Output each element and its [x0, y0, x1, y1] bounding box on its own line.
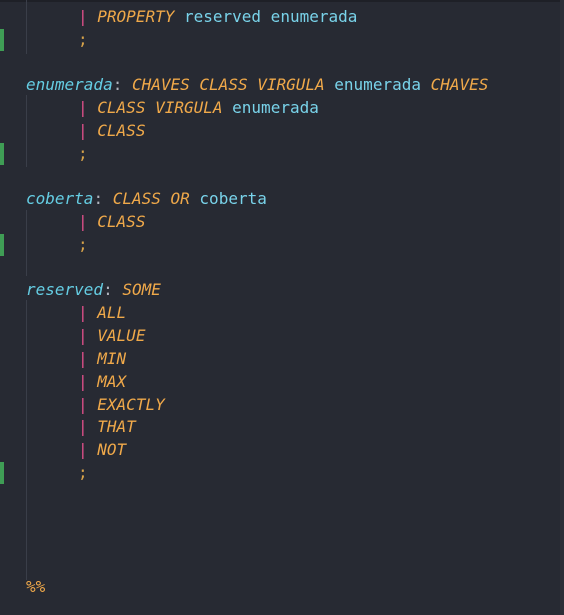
alternative-pipe: |: [78, 121, 88, 140]
token: VALUE: [97, 326, 146, 345]
rule-reference: enumerada: [232, 98, 319, 117]
token: THAT: [97, 417, 136, 436]
token: ALL: [97, 303, 127, 322]
rule-colon: :: [112, 75, 123, 94]
code-line[interactable]: ;: [0, 143, 564, 166]
token: MIN: [97, 349, 127, 368]
code-line[interactable]: | CLASS: [0, 211, 564, 234]
alternative-pipe: |: [78, 7, 88, 26]
rule-reference: reserved enumerada: [183, 7, 358, 26]
code-line[interactable]: ;: [0, 29, 564, 52]
rule-name: reserved: [26, 280, 104, 299]
token: CLASS OR: [112, 189, 190, 208]
code-line[interactable]: reserved: SOME: [0, 279, 564, 302]
code-line[interactable]: %%: [0, 576, 564, 599]
rule-name: coberta: [26, 189, 94, 208]
alternative-pipe: |: [78, 372, 88, 391]
rule-name: enumerada: [26, 75, 113, 94]
alternative-pipe: |: [78, 212, 88, 231]
alternative-pipe: |: [78, 417, 88, 436]
rule-terminator: ;: [78, 235, 88, 254]
rule-reference: enumerada: [334, 75, 421, 94]
rule-terminator: ;: [78, 144, 88, 163]
token: CLASS: [97, 121, 146, 140]
code-line[interactable]: coberta: CLASS OR coberta: [0, 188, 564, 211]
token: PROPERTY: [97, 7, 175, 26]
code-line[interactable]: ;: [0, 234, 564, 257]
code-line[interactable]: | MAX: [0, 371, 564, 394]
top-divider: [0, 0, 564, 2]
rule-colon: :: [93, 189, 104, 208]
alternative-pipe: |: [78, 440, 88, 459]
rule-terminator: ;: [78, 463, 88, 482]
alternative-pipe: |: [78, 303, 88, 322]
code-line[interactable]: enumerada: CHAVES CLASS VIRGULA enumerad…: [0, 74, 564, 97]
code-line[interactable]: | EXACTLY: [0, 394, 564, 417]
token: CLASS VIRGULA: [97, 98, 223, 117]
code-line[interactable]: | THAT: [0, 416, 564, 439]
code-line[interactable]: ;: [0, 462, 564, 485]
code-line[interactable]: | ALL: [0, 302, 564, 325]
token: NOT: [97, 440, 127, 459]
alternative-pipe: |: [78, 395, 88, 414]
rule-terminator: ;: [78, 30, 88, 49]
alternative-pipe: |: [78, 326, 88, 345]
code-editor[interactable]: | PROPERTY reserved enumerada ; enumerad…: [0, 0, 564, 615]
alternative-pipe: |: [78, 98, 88, 117]
code-line[interactable]: | PROPERTY reserved enumerada: [0, 6, 564, 29]
code-line[interactable]: | VALUE: [0, 325, 564, 348]
section-delimiter: %%: [26, 577, 46, 596]
token: CHAVES: [430, 75, 489, 94]
code-line[interactable]: | CLASS: [0, 120, 564, 143]
token: CLASS: [97, 212, 146, 231]
code-line[interactable]: | MIN: [0, 348, 564, 371]
token: MAX: [97, 372, 127, 391]
token: EXACTLY: [97, 395, 165, 414]
alternative-pipe: |: [78, 349, 88, 368]
code-line[interactable]: | NOT: [0, 439, 564, 462]
code-line[interactable]: | CLASS VIRGULA enumerada: [0, 97, 564, 120]
rule-reference: coberta: [199, 189, 267, 208]
token: CHAVES CLASS VIRGULA: [131, 75, 325, 94]
token: SOME: [122, 280, 161, 299]
rule-colon: :: [103, 280, 113, 299]
